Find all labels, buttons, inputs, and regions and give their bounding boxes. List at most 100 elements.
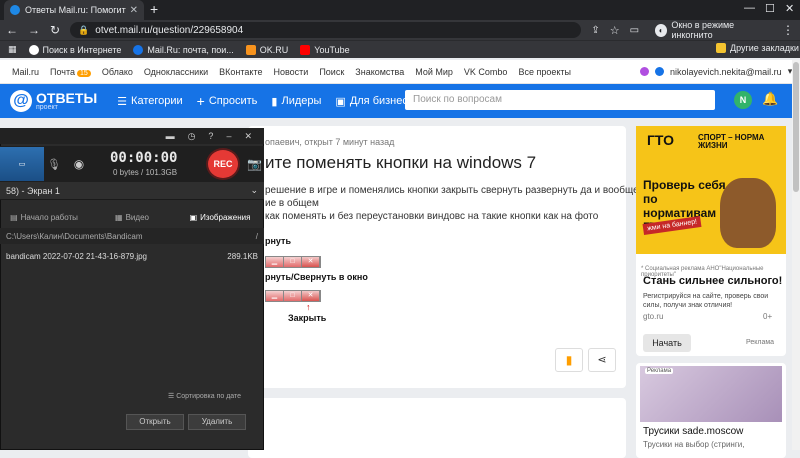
back-icon[interactable]: ← [6,23,18,37]
browser-tab[interactable]: Ответы Mail.ru: Помогите поменять ✕ [4,0,144,20]
bandicam-tabs: ▤ Начало работы ▦ Видео ▣ Изображения [0,208,264,226]
window-maximize-icon[interactable]: ☐ [765,2,775,15]
incognito-indicator[interactable]: ◐ Окно в режиме инкогнито [655,20,772,40]
at-logo-icon: @ [10,90,32,112]
image-icon: ▣ [189,212,198,222]
nav-ok[interactable]: Одноклассники [144,67,208,77]
nav-mail[interactable]: Почта 15 [50,67,91,77]
microphone-icon[interactable]: 🎙 [44,147,64,181]
share-page-icon[interactable]: ⇪ [591,25,599,36]
screen-mode-icon[interactable]: ▭ [0,147,44,181]
file-size: 289.1KB [227,252,258,261]
account-menu[interactable]: nikolayevich.nekita@mail.ru ▾ [640,66,792,77]
tab-images[interactable]: ▣ Изображения [176,213,264,222]
combo-icon [640,67,649,76]
folder-path-bar[interactable]: C:\Users\Калин\Documents\Bandicam / [0,228,264,244]
file-list-item[interactable]: bandicam 2022-07-02 21-43-16-879.jpg 289… [0,252,264,264]
search-input[interactable]: Поиск по вопросам [405,90,715,110]
ad2-label: Реклама [645,368,674,374]
ad2-body: Трусики на выбор (стринги, [643,440,745,449]
nav-news[interactable]: Новости [273,67,308,77]
bookmark-button[interactable]: ▮ [555,348,583,372]
ad-age-rating: 0+ [763,312,773,321]
screenshot-camera-icon[interactable]: 📷 [247,157,262,171]
bell-icon[interactable]: 🔔 [762,91,778,107]
nav-search[interactable]: Поиск [319,67,344,77]
window-close-icon[interactable]: ✕ [785,2,794,15]
clock-icon[interactable]: ◷ [188,131,196,142]
nav-vkcombo[interactable]: VK Combo [464,67,508,77]
lock-icon: 🔒 [78,24,90,35]
tab-home[interactable]: ▤ Начало работы [0,213,88,222]
sort-icon: ☰ [168,393,177,400]
ad-start-button[interactable]: Начать [643,334,691,352]
nav-dating[interactable]: Знакомства [355,67,404,77]
file-name: bandicam 2022-07-02 21-43-16-879.jpg [6,252,147,261]
folder-icon[interactable]: ▬ [166,131,175,141]
forward-icon[interactable]: → [28,23,40,37]
tab-favicon-icon [10,5,20,15]
recording-timer: 00:00:00 [110,150,178,166]
window-minimize-icon[interactable]: — [744,2,755,14]
mailru-icon [133,44,144,55]
minimize-icon[interactable]: – [226,131,231,141]
share-button[interactable]: ⋖ [588,348,616,372]
user-avatar[interactable]: N [734,91,752,109]
address-bar[interactable]: 🔒 otvet.mail.ru/question/229658904 [70,22,582,38]
webcam-icon[interactable]: ◉ [64,147,94,181]
tab-title: Ответы Mail.ru: Помогите поменять [25,5,126,15]
scrollbar-thumb[interactable] [793,62,799,192]
capture-target-bar[interactable]: 58) - Экран 1 ⌄ [0,182,264,200]
nav-categories[interactable]: ☰ Категории [117,95,183,108]
bookmark-mailru[interactable]: Mail.Ru: почта, пои... [133,44,234,55]
sort-selector[interactable]: ☰ Сортировка по дате [168,392,241,400]
bookmark-icon: ▮ [565,353,573,367]
question-meta: опаевич, открыт 7 минут назад [265,137,395,147]
nav-ask[interactable]: + Спросить [197,93,258,109]
bookmark-okru[interactable]: OK.RU [245,44,288,55]
delete-button[interactable]: Удалить [188,414,246,430]
otvety-logo[interactable]: @ ОТВЕТЫ проект [10,90,97,112]
nav-mailru[interactable]: Mail.ru [12,67,39,77]
arrow-up-icon: ↑ [306,302,311,312]
window-buttons-image: ▁ □ ✕ [265,290,321,302]
bar-chart-icon: ▮ [271,95,278,108]
bookmarks-bar: ▦ Поиск в Интернете Mail.Ru: почта, пои.… [0,40,800,58]
nav-business[interactable]: ▣ Для бизнеса [335,95,414,108]
ad-title[interactable]: Стань сильнее сильного! [643,275,782,287]
rec-button[interactable]: REC [208,150,238,178]
nav-myworld[interactable]: Мой Мир [415,67,453,77]
nav-cloud[interactable]: Облако [102,67,133,77]
nav-all-projects[interactable]: Все проекты [518,67,571,77]
bandicam-titlebar: ▬ ◷ ? – ✕ [0,128,264,144]
illustration-label: рнуть/Свернуть в окно [265,272,368,282]
illustration-label: рнуть [265,236,291,246]
chevron-down-icon: ⌄ [250,185,258,195]
browse-button[interactable]: / [256,232,258,241]
apps-grid-icon[interactable]: ▦ [8,44,17,55]
tab-search-icon[interactable]: ▭ [630,25,639,36]
window-buttons-image: ▁ □ ✕ [265,256,321,268]
list-icon: ☰ [117,95,128,108]
account-email: nikolayevich.nekita@mail.ru [670,66,782,77]
nav-leaders[interactable]: ▮ Лидеры [271,95,321,108]
other-bookmarks[interactable]: Другие закладки [716,43,799,53]
ad2-image[interactable] [640,366,782,422]
ad2-title[interactable]: Трусики sade.moscow [643,426,743,437]
briefcase-icon: ▣ [335,95,346,108]
nav-vk[interactable]: ВКонтакте [219,67,262,77]
answer-card [248,398,626,458]
tab-close-icon[interactable]: ✕ [130,5,138,16]
reload-icon[interactable]: ↻ [50,23,60,37]
bookmark-youtube[interactable]: YouTube [300,44,350,55]
close-icon[interactable]: ✕ [244,131,252,142]
incognito-icon: ◐ [655,23,668,37]
menu-kebab-icon[interactable]: ⋮ [782,23,794,37]
bookmark-star-icon[interactable]: ☆ [610,24,620,37]
help-icon[interactable]: ? [208,131,213,141]
new-tab-button[interactable]: + [150,1,158,17]
tab-video[interactable]: ▦ Видео [88,213,176,222]
mail-count-badge: 15 [77,69,91,77]
bookmark-search[interactable]: Поиск в Интернете [28,44,121,55]
open-button[interactable]: Открыть [126,414,184,430]
